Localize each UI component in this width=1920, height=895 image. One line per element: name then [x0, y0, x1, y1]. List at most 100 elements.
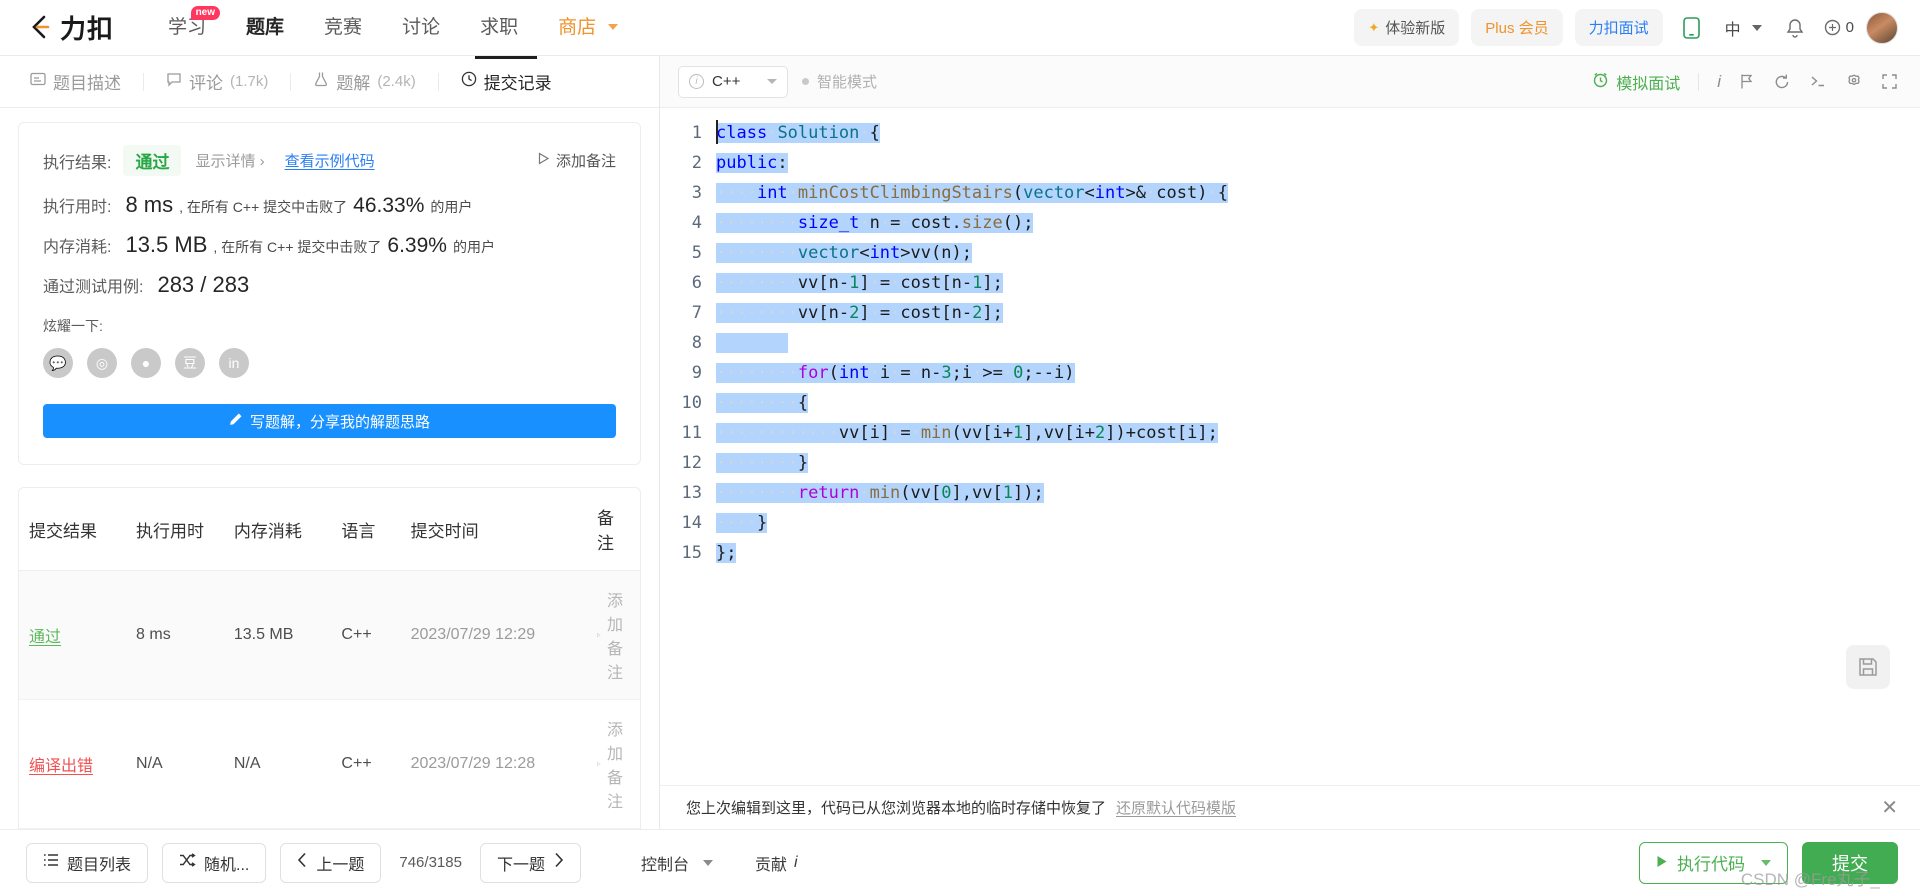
code-text[interactable]: ········size_t·n·=·cost.size(); — [716, 208, 1034, 238]
nav-item-jobs[interactable]: 求职 — [460, 0, 538, 56]
code-text[interactable]: ····int·minCostClimbingStairs(vector<int… — [716, 178, 1228, 208]
notifications-icon[interactable] — [1778, 11, 1812, 45]
code-text[interactable]: ········} — [716, 448, 809, 478]
chevron-down-icon — [702, 859, 713, 866]
terminal-icon[interactable] — [1809, 73, 1827, 90]
random-problem-button[interactable]: 随机... — [162, 842, 267, 883]
nav-item-store[interactable]: 商店 — [538, 0, 638, 56]
code-text[interactable]: ········{ — [716, 388, 809, 418]
plus-membership-button[interactable]: Plus 会员 — [1471, 9, 1563, 46]
cell-status[interactable]: 通过 — [19, 570, 127, 700]
interview-button[interactable]: 力扣面试 — [1574, 9, 1663, 46]
col-language: 语言 — [331, 488, 401, 571]
submit-button[interactable]: 提交 — [1802, 841, 1898, 884]
code-line: 10 ········{ — [660, 388, 1920, 418]
weibo-icon[interactable]: ◎ — [87, 348, 117, 378]
nav-item-problems[interactable]: 题库 — [226, 0, 304, 56]
run-code-button[interactable]: 执行代码 — [1639, 841, 1788, 884]
problem-list-button[interactable]: 题目列表 — [26, 842, 149, 883]
add-note-label: 添加备注 — [606, 722, 623, 811]
cell-status[interactable]: 编译出错 — [19, 699, 127, 829]
code-text[interactable]: ········return·min(vv[0],vv[1]); — [716, 478, 1044, 508]
cell-note[interactable]: 添加备注 — [586, 828, 640, 829]
code-text[interactable]: ············vv[i]·=·min(vv[i+1],vv[i+2])… — [716, 418, 1218, 448]
cell-note[interactable]: 添加备注 — [586, 699, 640, 829]
code-text[interactable]: public: — [716, 148, 788, 178]
code-text[interactable]: }; — [716, 538, 737, 568]
code-content[interactable]: 1 class·Solution·{2 public: 3 ····int·minCos… — [660, 108, 1920, 568]
code-editor[interactable]: 1 class·Solution·{2 public: 3 ····int·minCos… — [660, 108, 1920, 785]
code-text[interactable]: ····} — [716, 508, 768, 538]
wechat-icon[interactable]: 💬 — [43, 348, 73, 378]
try-new-version-button[interactable]: ✦ 体验新版 — [1354, 9, 1460, 46]
tab-label: 题解 — [336, 74, 371, 93]
close-icon[interactable]: ✕ — [1881, 795, 1898, 820]
submission-status[interactable]: 编译出错 — [29, 758, 93, 775]
add-note-button[interactable]: 添加备注 — [538, 150, 616, 171]
qq-icon[interactable]: ● — [131, 348, 161, 378]
view-example-code-link[interactable]: 查看示例代码 — [285, 150, 375, 171]
left-content-scroll[interactable]: 执行结果: 通过 显示详情 › 查看示例代码 添加备注 执行用时: 8 ms ,… — [0, 108, 659, 829]
linkedin-icon[interactable]: in — [219, 348, 249, 378]
cell-time: 2023/07/29 12:28 — [400, 699, 587, 829]
reset-icon[interactable] — [1773, 73, 1791, 90]
contribute-link[interactable]: 贡献 i — [755, 851, 798, 875]
tab-label: 题目描述 — [53, 74, 121, 93]
code-line: 13 ········return·min(vv[0],vv[1]); — [660, 478, 1920, 508]
language-dropdown[interactable]: i C++ — [678, 65, 788, 98]
fullscreen-icon[interactable] — [1881, 73, 1898, 90]
table-row[interactable]: 编译出错N/AN/AC++2023/07/29 12:28添加备注 — [19, 699, 640, 829]
avatar[interactable] — [1866, 11, 1898, 44]
plus-label: Plus 会员 — [1485, 20, 1549, 37]
restore-template-link[interactable]: 还原默认代码模版 — [1116, 797, 1236, 818]
tab-comments[interactable]: 评论 (1.7k) — [144, 56, 290, 108]
show-detail-link[interactable]: 显示详情 › — [195, 150, 264, 171]
tab-submissions[interactable]: 提交记录 — [439, 56, 574, 108]
mobile-app-icon[interactable] — [1675, 11, 1709, 45]
problem-list-label: 题目列表 — [67, 856, 132, 874]
clock-icon — [461, 71, 477, 92]
coins-counter[interactable]: 0 — [1824, 19, 1854, 36]
next-problem-button[interactable]: 下一题 — [479, 842, 581, 883]
tab-solutions[interactable]: 题解 (2.4k) — [291, 56, 437, 108]
submission-status[interactable]: 通过 — [29, 629, 61, 646]
table-row[interactable]: 通过 8 ms 13.5 MB C++ 2023/07/29 12:29 添加备注 — [19, 570, 640, 700]
nav-item-contest[interactable]: 竞赛 — [304, 0, 382, 56]
language-selector[interactable]: 中 — [1721, 16, 1766, 40]
tab-description[interactable]: 题目描述 — [8, 56, 143, 108]
result-header-row: 执行结果: 通过 显示详情 › 查看示例代码 添加备注 — [43, 145, 616, 176]
footer-actions: 执行代码 提交 CSDN @Fre丸子_ — [1639, 841, 1898, 889]
flag-icon[interactable] — [1739, 73, 1755, 90]
code-text[interactable]: ········vv[n-2]·=·cost[n-2]; — [716, 298, 1003, 328]
code-text[interactable]: ········vv[n-1]·=·cost[n-1]; — [716, 268, 1003, 298]
code-text[interactable]: class·Solution·{ — [716, 118, 880, 148]
leetcode-logo[interactable]: 力扣 — [26, 9, 114, 46]
table-row[interactable]: 编译出错N/AN/AC++2023/07/29 12:28添加备注 — [19, 828, 640, 829]
code-text[interactable]: ········vector<int>vv(n); — [716, 238, 972, 268]
smart-mode-toggle[interactable]: 智能模式 — [802, 71, 877, 92]
flask-icon — [313, 71, 329, 92]
next-label: 下一题 — [496, 856, 545, 874]
add-note-button[interactable]: 添加备注 — [597, 587, 630, 683]
cell-note[interactable]: 添加备注 — [586, 570, 640, 700]
add-note-button[interactable]: 添加备注 — [597, 716, 630, 812]
mock-interview-button[interactable]: 模拟面试 — [1592, 70, 1680, 94]
save-icon[interactable] — [1846, 645, 1890, 689]
info-icon[interactable]: i — [1717, 72, 1721, 92]
cell-status[interactable]: 编译出错 — [19, 828, 127, 829]
cell-time: 2023/07/29 12:28 — [400, 828, 587, 829]
nav-item-discuss[interactable]: 讨论 — [382, 0, 460, 56]
console-toggle[interactable]: 控制台 — [641, 851, 713, 875]
gear-icon[interactable] — [1845, 73, 1863, 91]
code-text[interactable]: ········for(int·i·=·n-3;i·>=·0;--i) — [716, 358, 1075, 388]
nav-item-study[interactable]: 学习 new — [148, 0, 226, 56]
cell-time: 2023/07/29 12:29 — [400, 570, 587, 700]
header-actions: ✦ 体验新版 Plus 会员 力扣面试 中 0 — [1354, 9, 1898, 46]
prev-problem-button[interactable]: 上一题 — [280, 842, 382, 883]
douban-icon[interactable]: 豆 — [175, 348, 205, 378]
code-text[interactable] — [716, 328, 788, 358]
cell-language: C++ — [331, 828, 401, 829]
write-solution-button[interactable]: 写题解，分享我的解题思路 — [43, 404, 616, 438]
col-time: 提交时间 — [400, 488, 587, 571]
language-label: 中 — [1724, 21, 1741, 39]
